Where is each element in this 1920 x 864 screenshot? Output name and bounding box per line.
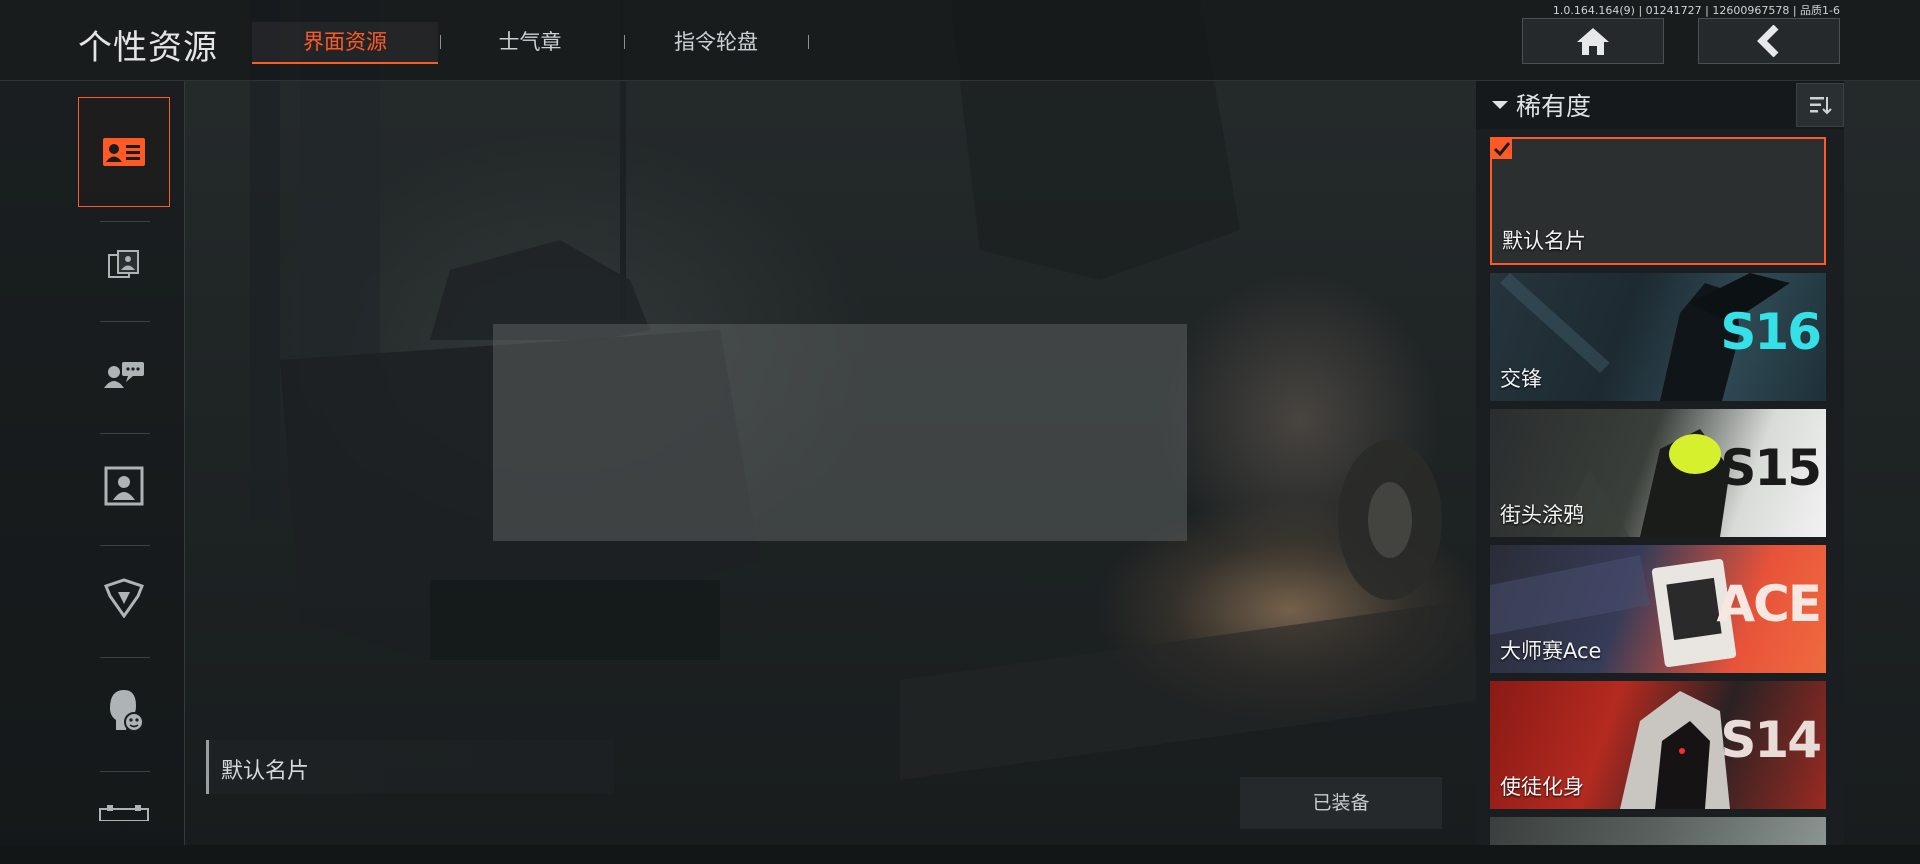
badge-shield-icon — [104, 578, 144, 618]
caret-down-icon — [1492, 101, 1508, 109]
tab-divider — [808, 35, 809, 49]
category-sidebar — [0, 81, 185, 845]
sidebar-item-ticket[interactable] — [78, 781, 170, 841]
card-label: 默认名片 — [1502, 229, 1586, 253]
card-label: 使徒化身 — [1500, 775, 1584, 799]
season-tag: S14 — [1720, 711, 1822, 769]
resource-list-panel: 稀有度 默认名片 S16 交锋 S15 街头涂鸦 ACE 大师赛Ace S14 … — [1476, 81, 1844, 845]
home-icon — [1577, 28, 1609, 55]
back-arrow-icon — [1757, 25, 1779, 57]
card-masters-ace[interactable]: ACE 大师赛Ace — [1490, 545, 1826, 673]
page-title: 个性资源 — [78, 28, 218, 68]
card-clash[interactable]: S16 交锋 — [1490, 273, 1826, 401]
equipped-status-button[interactable]: 已装备 — [1240, 777, 1442, 829]
season-tag: S15 — [1720, 439, 1822, 497]
sidebar-item-photo-cards[interactable] — [78, 209, 170, 319]
photo-cards-icon — [108, 250, 139, 278]
ticket-icon — [99, 805, 149, 821]
selected-item-name: 默认名片 — [221, 759, 310, 784]
sort-icon — [1810, 97, 1832, 115]
card-partial-next[interactable] — [1490, 817, 1826, 845]
card-apostle-avatar[interactable]: S14 使徒化身 — [1490, 681, 1826, 809]
card-label: 街头涂鸦 — [1500, 503, 1584, 527]
name-card-preview — [493, 324, 1187, 541]
bottom-edge — [0, 845, 1920, 864]
season-tag: S16 — [1720, 303, 1822, 361]
rarity-filter-header[interactable]: 稀有度 — [1476, 81, 1844, 129]
card-street-graffiti[interactable]: S15 街头涂鸦 — [1490, 409, 1826, 537]
tab-morale-badge[interactable]: 士气章 — [450, 22, 610, 62]
rarity-filter-label: 稀有度 — [1516, 92, 1592, 121]
sidebar-item-badge[interactable] — [78, 543, 170, 653]
name-card-icon — [103, 138, 145, 166]
tab-divider — [440, 35, 441, 49]
checkmark-icon — [1492, 139, 1512, 159]
emote-head-icon — [110, 690, 144, 732]
card-default-name-card[interactable]: 默认名片 — [1490, 137, 1826, 265]
card-label: 大师赛Ace — [1500, 639, 1602, 663]
version-info: 1.0.164.164(9) | 01241727 | 12600967578 … — [1552, 4, 1840, 17]
sidebar-item-emote[interactable] — [78, 655, 170, 765]
selected-item-name-plate: 默认名片 — [206, 740, 614, 794]
back-button[interactable] — [1698, 18, 1840, 64]
avatar-frame-icon — [104, 466, 144, 506]
card-label: 交锋 — [1500, 367, 1542, 391]
season-tag: ACE — [1716, 575, 1822, 633]
tab-interface-resources[interactable]: 界面资源 — [252, 22, 438, 64]
tab-command-wheel[interactable]: 指令轮盘 — [636, 22, 796, 62]
sort-button[interactable] — [1796, 83, 1844, 127]
home-button[interactable] — [1522, 18, 1664, 64]
sidebar-item-avatar-frame[interactable] — [78, 431, 170, 541]
chat-bubble-icon — [104, 362, 144, 388]
sidebar-item-name-card[interactable] — [78, 97, 170, 207]
sidebar-divider — [100, 771, 150, 772]
sidebar-item-chat-bubble[interactable] — [78, 319, 170, 429]
tab-divider — [624, 35, 625, 49]
